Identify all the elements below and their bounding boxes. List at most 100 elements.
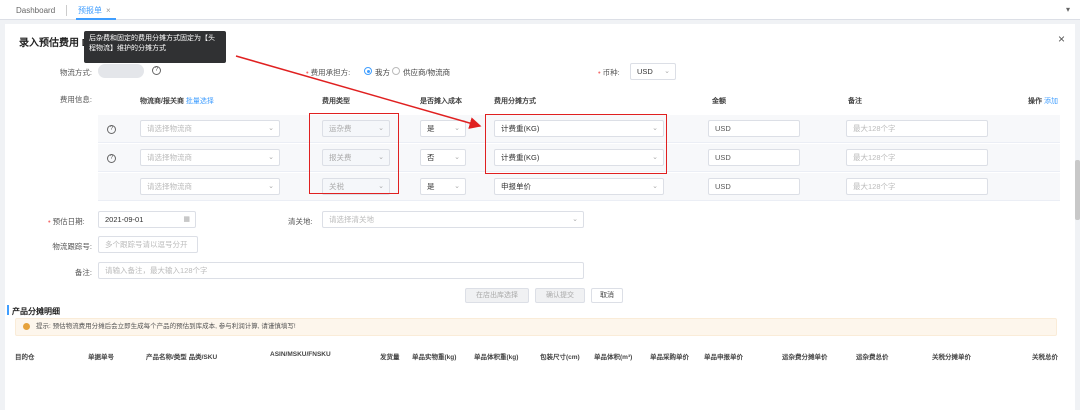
radio-supplier-label: 供应商/物流商 [403,68,451,77]
currency-label-text: 币种: [602,68,620,77]
amount-unit: USD [715,153,731,162]
remark-textarea-placeholder: 请输入备注，最大输入128个字 [105,266,208,275]
remark-label: 备注: [74,268,92,277]
remark-placeholder: 最大128个字 [853,153,896,162]
annotation-box-fee-type [309,113,399,194]
tab-dashboard[interactable]: Dashboard [16,4,55,18]
radio-ours-label: 我方 [375,68,390,77]
close-icon[interactable]: × [1058,32,1065,46]
calendar-icon: ▦ [183,216,190,223]
active-tab-indicator [76,18,116,20]
radio-ours[interactable] [364,67,372,75]
customs-select[interactable]: 请选择清关地 ⌄ [322,211,584,228]
fee-info-label: 费用信息: [59,95,92,104]
date-value: 2021-09-01 [105,215,144,224]
amount-input[interactable]: USD [708,149,800,166]
scrollbar[interactable] [1075,160,1080,220]
include-cost-select[interactable]: 否 ⌄ [420,149,466,166]
payer-label-text: 费用承担方: [310,68,351,77]
chevron-down-icon: ⌄ [652,183,658,190]
tab-separator [66,5,67,16]
chevron-down-icon: ⌄ [268,125,274,132]
alloc-method-value: 申报单价 [501,182,531,191]
include-cost-value: 否 [427,153,435,162]
tab-forecast[interactable]: 预报单 × [78,4,111,18]
col-asin: ASIN/MSKU/FNSKU [270,351,331,358]
date-label-text: 预估日期: [52,217,85,226]
confirm-button[interactable]: 确认提交 [535,288,585,303]
radio-supplier[interactable] [392,67,400,75]
tab-close-icon[interactable]: × [106,6,111,15]
annotation-box-alloc-method [485,114,667,174]
chevron-down-icon: ⌄ [268,183,274,190]
tab-dashboard-label: Dashboard [16,6,56,15]
carrier-placeholder: 请选择物流商 [147,182,192,191]
col-package-size: 包装尺寸(cm) [540,354,580,361]
carrier-placeholder: 请选择物流商 [147,124,192,133]
th-ops-text: 操作 [1028,98,1042,105]
chevron-down-icon: ⌄ [572,216,578,223]
chevron-down-icon: ⌄ [454,125,460,132]
help-icon[interactable]: ? [107,125,116,134]
remark-input[interactable]: 最大128个字 [846,149,988,166]
col-freight-total: 运杂费总价 [856,354,889,361]
warning-alert: 提示: 预估物流费用分摊后会立即生成每个产品的预估到库成本, 参与利润计算, 请… [15,318,1057,336]
logistics-label: 物流方式: [59,68,92,77]
currency-select[interactable]: USD ⌄ [630,63,676,80]
col-volume: 单品体积(m³) [594,354,633,361]
carrier-select[interactable]: 请选择物流商 ⌄ [140,120,280,137]
remark-input[interactable]: 最大128个字 [846,120,988,137]
help-tooltip: 后杂费和固定的费用分摊方式固定为【头程物流】维护的分摊方式 [84,31,226,63]
carrier-placeholder: 请选择物流商 [147,153,192,162]
include-cost-select[interactable]: 是 ⌄ [420,120,466,137]
currency-label: • 币种: [598,68,620,77]
help-icon[interactable]: ? [152,66,161,75]
remark-placeholder: 最大128个字 [853,124,896,133]
tracking-placeholder: 多个跟踪号请以逗号分开 [105,240,188,249]
remark-textarea[interactable]: 请输入备注，最大输入128个字 [98,262,584,279]
th-ops: 操作 添加 [1028,96,1058,106]
confirm-upload-button[interactable]: 在店出库选择 [465,288,529,303]
col-destination: 目的仓 [15,354,35,361]
carrier-select[interactable]: 请选择物流商 ⌄ [140,149,280,166]
include-cost-value: 是 [427,182,435,191]
col-doc-no: 单据单号 [88,354,114,361]
warning-icon [23,323,30,330]
amount-unit: USD [715,124,731,133]
currency-value: USD [637,67,653,76]
th-include-cost: 是否摊入成本 [420,98,462,105]
customs-label: 清关地: [288,217,313,226]
tracking-input[interactable]: 多个跟踪号请以逗号分开 [98,236,198,253]
logistics-switch[interactable] [98,64,144,78]
tracking-label: 物流跟踪号: [52,242,92,251]
cancel-button[interactable]: 取消 [591,288,623,303]
chevron-down-icon[interactable]: ▾ [1066,5,1070,14]
col-purchase-price: 单品采购单价 [650,354,689,361]
carrier-select[interactable]: 请选择物流商 ⌄ [140,178,280,195]
customs-placeholder: 请选择清关地 [329,215,374,224]
add-link[interactable]: 添加 [1044,98,1058,105]
alloc-method-select[interactable]: 申报单价 ⌄ [494,178,664,195]
section-accent [7,305,9,315]
col-freight-unit: 运杂费分摊单价 [782,354,828,361]
remark-input[interactable]: 最大128个字 [846,178,988,195]
th-amount: 金额 [712,98,726,105]
remark-placeholder: 最大128个字 [853,182,896,191]
col-duty-unit: 关税分摊单价 [932,354,971,361]
col-duty-total: 关税总价 [1032,354,1058,361]
help-icon[interactable]: ? [107,154,116,163]
include-cost-select[interactable]: 是 ⌄ [420,178,466,195]
date-picker[interactable]: 2021-09-01 ▦ [98,211,196,228]
batch-select-link[interactable]: 批量选择 [186,98,214,105]
warning-text: 提示: 预估物流费用分摊后会立即生成每个产品的预估到库成本, 参与利润计算, 请… [36,323,296,330]
th-fee-type: 费用类型 [322,98,350,105]
col-declare-price: 单品申报单价 [704,354,743,361]
amount-input[interactable]: USD [708,120,800,137]
chevron-down-icon: ⌄ [454,183,460,190]
th-remark: 备注 [848,98,862,105]
th-carrier: 物流商/报关商 批量选择 [140,96,214,106]
col-real-weight: 单品实物重(kg) [412,354,457,361]
amount-input[interactable]: USD [708,178,800,195]
payer-label: • 费用承担方: [306,68,351,77]
col-qty: 发货量 [380,354,400,361]
